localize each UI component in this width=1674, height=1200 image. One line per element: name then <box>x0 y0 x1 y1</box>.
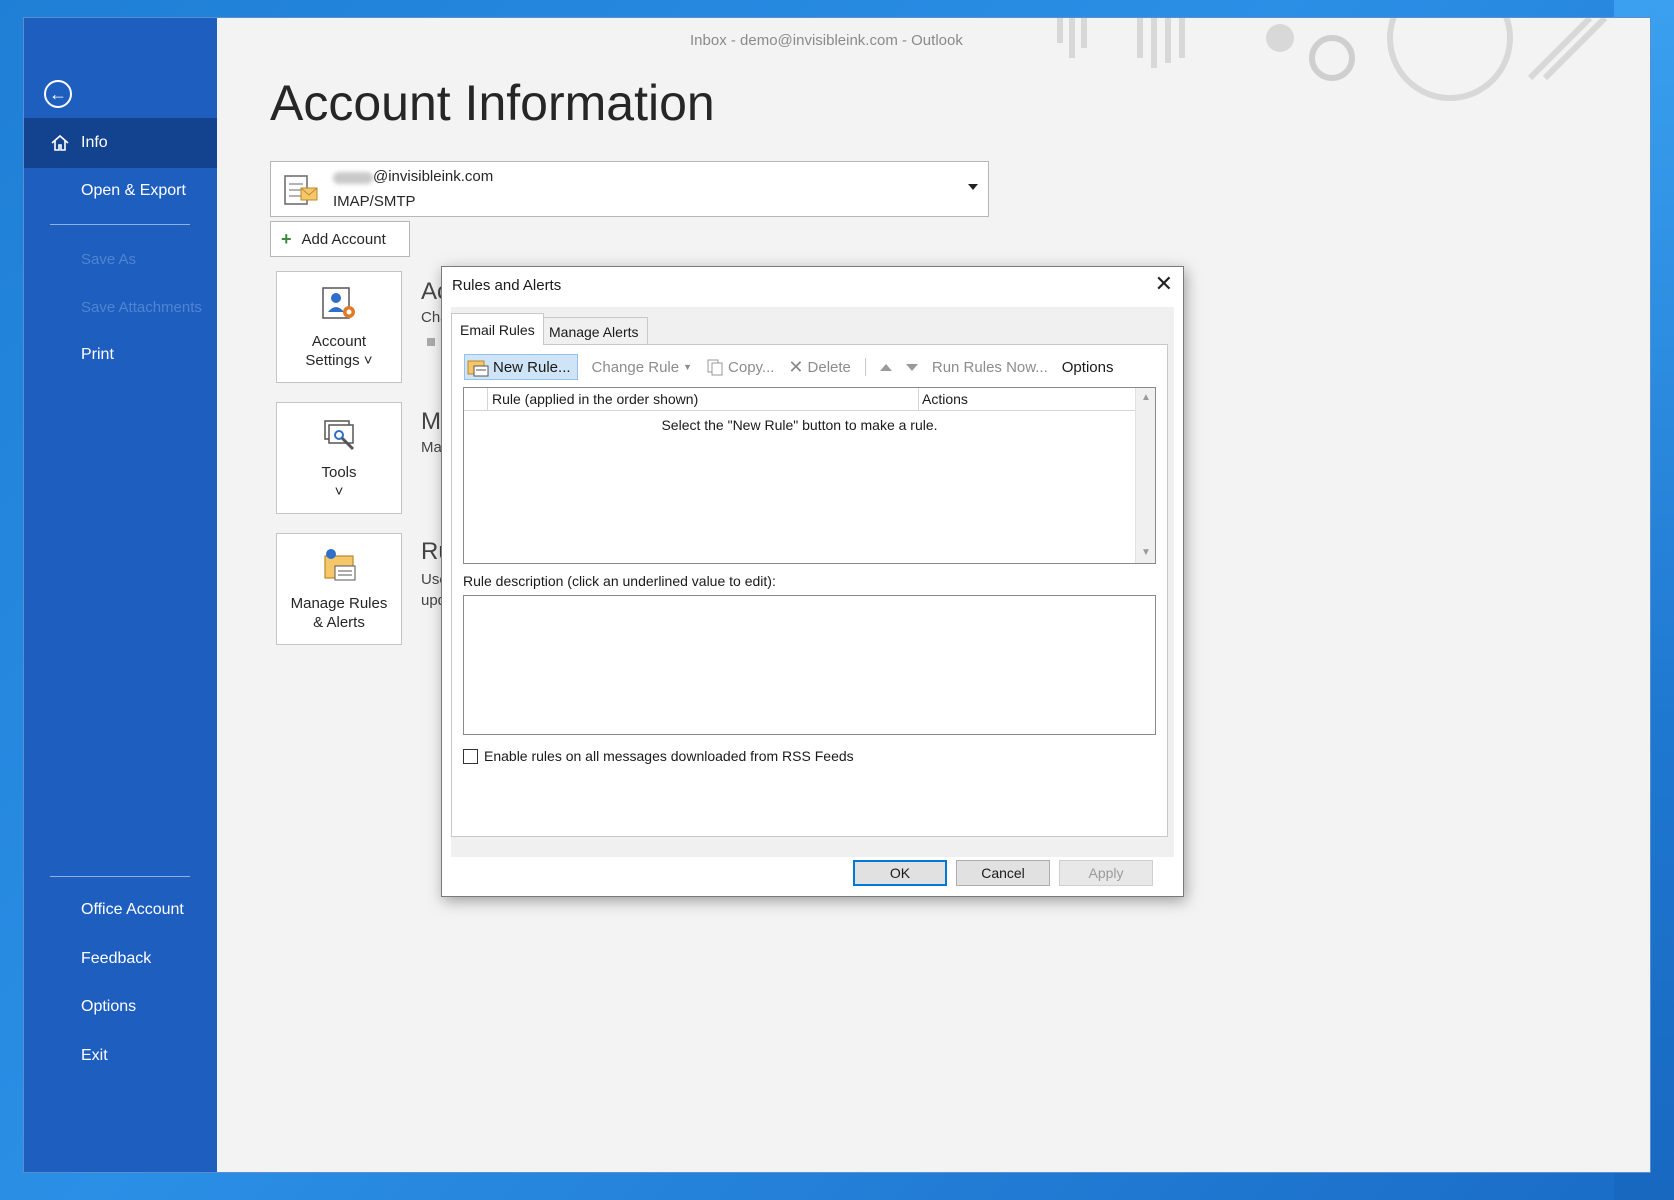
tile-label: Manage Rules <box>290 595 388 612</box>
column-divider <box>918 388 919 411</box>
sidebar-item-label: Info <box>81 134 108 151</box>
close-icon[interactable]: ✕ <box>1155 273 1173 295</box>
column-header-rule[interactable]: Rule (applied in the order shown) <box>492 391 698 407</box>
sidebar-divider <box>50 224 190 225</box>
options-label: Options <box>1061 358 1114 376</box>
options-button[interactable]: Options <box>1062 359 1114 376</box>
dialog-title: Rules and Alerts <box>452 277 562 294</box>
sidebar-item-options[interactable]: Options <box>24 982 217 1032</box>
sidebar-item-label: Save Attachments <box>81 298 202 316</box>
manage-rules-alerts-tile[interactable]: Manage Rules & Alerts <box>276 533 402 645</box>
chevron-up-icon[interactable]: ▲ <box>1140 392 1152 404</box>
delete-icon: ✕ <box>788 356 804 377</box>
sidebar-divider <box>50 876 190 877</box>
rules-and-alerts-dialog: Rules and Alerts ✕ Email Rules Manage Al… <box>441 266 1184 897</box>
tile-label: Settings ˅ <box>305 352 373 369</box>
add-account-label: Add Account <box>301 230 386 248</box>
chevron-down-icon[interactable]: ▼ <box>1140 547 1152 559</box>
sidebar-item-label: Open & Export <box>81 182 186 199</box>
apply-button[interactable]: Apply <box>1059 860 1153 886</box>
window-title: Inbox - demo@invisibleink.com - Outlook <box>690 32 963 49</box>
account-selector[interactable]: @invisibleink.com IMAP/SMTP <box>270 161 989 217</box>
rss-rules-checkbox[interactable] <box>463 748 478 764</box>
bullet <box>427 338 435 346</box>
redacted-username <box>333 172 373 184</box>
dialog-body: Email Rules Manage Alerts New Rule... Ch… <box>451 307 1174 857</box>
sidebar-item-exit[interactable]: Exit <box>24 1031 217 1081</box>
office-background-pattern <box>1057 18 1608 101</box>
column-header-checkbox <box>464 388 488 411</box>
sidebar-item-feedback[interactable]: Feedback <box>24 934 217 984</box>
rules-list-scrollbar[interactable]: ▲ ▼ <box>1135 388 1155 563</box>
new-rule-label: New Rule... <box>493 358 571 376</box>
move-up-icon[interactable] <box>879 363 892 371</box>
plus-icon: + <box>281 228 292 249</box>
rules-empty-message: Select the "New Rule" button to make a r… <box>661 417 938 433</box>
rules-alerts-icon <box>324 549 356 581</box>
new-rule-icon <box>467 360 489 377</box>
sidebar-item-print[interactable]: Print <box>24 330 217 380</box>
rule-description-label: Rule description (click an underlined va… <box>463 573 776 589</box>
run-rules-now-label: Run Rules Now... <box>931 358 1048 376</box>
tile-label: ˅ <box>334 483 344 500</box>
sidebar-item-label: Options <box>81 998 137 1015</box>
email-rules-panel: New Rule... Change Rule ▼ Copy... ✕ Dele… <box>451 344 1168 837</box>
tab-email-rules[interactable]: Email Rules <box>451 313 544 345</box>
arrow-left-circle-icon[interactable]: ← <box>44 80 72 108</box>
copy-label: Copy... <box>728 358 775 376</box>
copy-rule-button[interactable]: Copy... <box>706 358 774 376</box>
delete-label: Delete <box>807 358 851 376</box>
move-down-icon[interactable] <box>905 363 918 371</box>
tools-tile[interactable]: Tools ˅ <box>276 402 402 514</box>
copy-icon <box>707 359 723 376</box>
cancel-button[interactable]: Cancel <box>956 860 1050 886</box>
sidebar-item-office-account[interactable]: Office Account <box>24 885 217 935</box>
chevron-down-icon[interactable] <box>968 184 978 190</box>
add-account-button[interactable]: + Add Account <box>270 221 410 257</box>
delete-rule-button[interactable]: ✕ Delete <box>788 357 850 378</box>
backstage-sidebar: ← Info Open & Export Save As Save Attach… <box>24 18 217 1172</box>
sidebar-item-save-as: Save As <box>24 234 217 284</box>
rss-rules-label: Enable rules on all messages downloaded … <box>484 748 854 764</box>
tab-manage-alerts[interactable]: Manage Alerts <box>540 317 648 345</box>
tile-label: Tools <box>321 464 357 481</box>
toolbar-separator <box>864 358 866 376</box>
account-email: @invisibleink.com <box>373 168 494 185</box>
tools-icon <box>324 420 355 451</box>
tile-label: Account <box>311 333 367 350</box>
column-header-actions[interactable]: Actions <box>922 391 968 407</box>
account-settings-tile[interactable]: Account Settings ˅ <box>276 271 402 383</box>
sidebar-item-info[interactable]: Info <box>24 118 217 168</box>
rss-rules-option[interactable]: Enable rules on all messages downloaded … <box>463 748 854 764</box>
account-settings-icon <box>322 287 355 319</box>
new-rule-button[interactable]: New Rule... <box>464 354 578 380</box>
page-title: Account Information <box>270 75 715 131</box>
sidebar-item-save-attachments: Save Attachments <box>24 282 217 332</box>
sidebar-item-label: Exit <box>81 1047 108 1064</box>
sidebar-item-label: Office Account <box>81 901 184 918</box>
change-rule-button[interactable]: Change Rule ▼ <box>592 359 692 376</box>
rules-list-header: Rule (applied in the order shown) Action… <box>464 388 1135 411</box>
rules-toolbar: New Rule... Change Rule ▼ Copy... ✕ Dele… <box>464 353 1113 381</box>
sidebar-item-label: Save As <box>81 250 137 268</box>
sidebar-item-open-export[interactable]: Open & Export <box>24 166 217 216</box>
run-rules-now-button[interactable]: Run Rules Now... <box>932 359 1048 376</box>
rule-description-box[interactable] <box>463 595 1156 735</box>
sidebar-item-label: Print <box>81 346 114 363</box>
change-rule-label: Change Rule <box>591 358 680 376</box>
chevron-down-icon: ▼ <box>683 362 693 372</box>
sidebar-item-label: Feedback <box>81 950 152 967</box>
ok-button[interactable]: OK <box>853 860 947 886</box>
account-type: IMAP/SMTP <box>333 193 416 210</box>
rules-list[interactable]: Rule (applied in the order shown) Action… <box>463 387 1156 564</box>
account-mail-icon <box>284 175 318 205</box>
home-icon <box>51 134 69 151</box>
tile-label: & Alerts <box>313 614 365 631</box>
